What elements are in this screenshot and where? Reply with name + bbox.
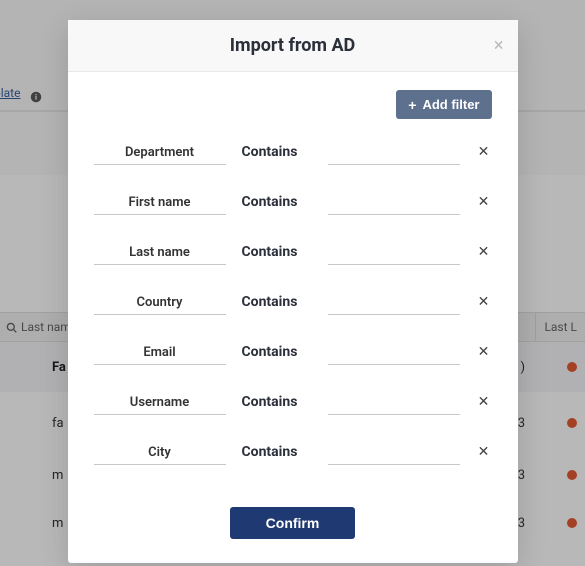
filter-field-input[interactable] [94, 341, 226, 365]
remove-filter-icon[interactable]: ✕ [476, 444, 492, 460]
filter-field-input[interactable] [94, 391, 226, 415]
remove-filter-icon[interactable]: ✕ [476, 344, 492, 360]
remove-filter-icon[interactable]: ✕ [476, 144, 492, 160]
modal-body: + Add filter Contains ✕ Contains ✕ Contains ✕… [68, 72, 518, 497]
filter-row: Contains ✕ [94, 141, 492, 165]
add-filter-label: Add filter [422, 97, 479, 112]
filter-value-input[interactable] [328, 391, 460, 415]
filter-condition[interactable]: Contains [242, 344, 312, 360]
filter-condition[interactable]: Contains [242, 444, 312, 460]
filter-condition[interactable]: Contains [242, 194, 312, 210]
remove-filter-icon[interactable]: ✕ [476, 394, 492, 410]
filter-row: Contains ✕ [94, 191, 492, 215]
filter-field-input[interactable] [94, 241, 226, 265]
filter-value-input[interactable] [328, 141, 460, 165]
filter-condition[interactable]: Contains [242, 394, 312, 410]
filter-field-input[interactable] [94, 291, 226, 315]
add-filter-button[interactable]: + Add filter [396, 90, 491, 119]
filter-value-input[interactable] [328, 341, 460, 365]
modal-footer: Confirm [68, 497, 518, 563]
modal-header: Import from AD × [68, 20, 518, 72]
filter-condition[interactable]: Contains [242, 144, 312, 160]
filter-row: Contains ✕ [94, 391, 492, 415]
modal-overlay[interactable]: Import from AD × + Add filter Contains✕C… [0, 0, 585, 566]
confirm-button[interactable]: Confirm [230, 507, 356, 539]
import-from-ad-modal: Import from AD × + Add filter Contains✕C… [68, 20, 518, 563]
remove-filter-icon[interactable]: ✕ [476, 194, 492, 210]
filter-value-input[interactable] [328, 191, 460, 215]
plus-icon: + [408, 98, 416, 112]
filter-row: Contains ✕ [94, 441, 492, 465]
modal-title: Import from AD [230, 35, 356, 56]
filter-value-input[interactable] [328, 441, 460, 465]
filter-field-input[interactable] [94, 141, 226, 165]
filter-value-input[interactable] [328, 241, 460, 265]
remove-filter-icon[interactable]: ✕ [476, 244, 492, 260]
filter-value-input[interactable] [328, 291, 460, 315]
filter-row: Contains ✕ [94, 341, 492, 365]
filter-condition[interactable]: Contains [242, 244, 312, 260]
remove-filter-icon[interactable]: ✕ [476, 294, 492, 310]
filter-condition[interactable]: Contains [242, 294, 312, 310]
filters-list: Contains✕Contains✕Contains✕Contains✕Cont… [94, 141, 492, 465]
filter-row: Contains ✕ [94, 241, 492, 265]
filter-field-input[interactable] [94, 441, 226, 465]
filter-row: Contains ✕ [94, 291, 492, 315]
close-icon[interactable]: × [494, 37, 504, 55]
filter-field-input[interactable] [94, 191, 226, 215]
add-filter-row: + Add filter [94, 90, 492, 119]
